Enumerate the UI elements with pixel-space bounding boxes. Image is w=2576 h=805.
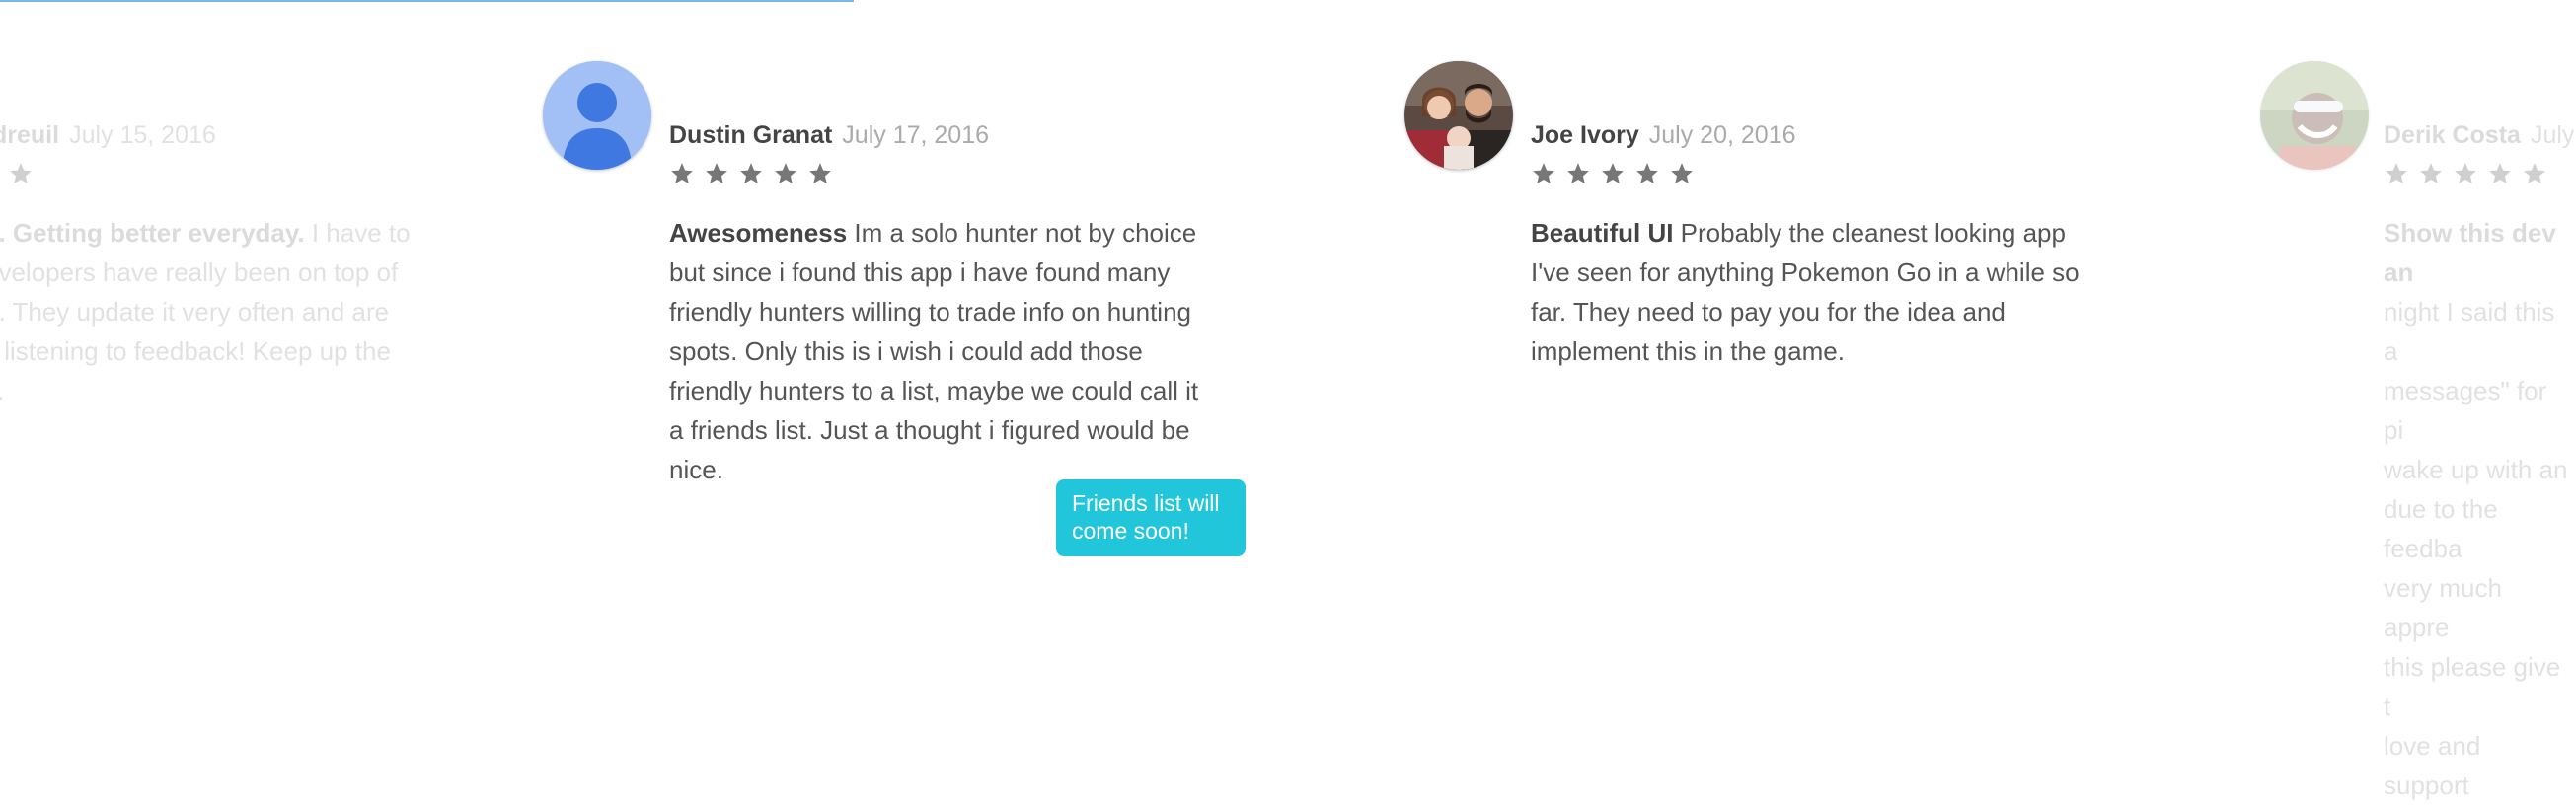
top-progress-line [0, 0, 854, 2]
star-icon [1669, 161, 1695, 186]
star-icon [807, 161, 833, 186]
review-date: July 15, 2016 [69, 121, 216, 149]
star-icon [704, 161, 729, 186]
review-date: July [2530, 121, 2575, 149]
star-rating [2384, 161, 2556, 191]
star-rating [0, 161, 42, 191]
review-headline: Awesomeness [669, 218, 848, 248]
review-text: night I said this a messages" for pi wak… [2384, 297, 2568, 800]
review-headline: Show this dev an [2384, 218, 2556, 287]
star-icon [2418, 161, 2444, 186]
avatar [543, 61, 651, 170]
review-headline: Beautiful UI [1531, 218, 1674, 248]
star-icon [2487, 161, 2513, 186]
review-body: e. Getting better everyday. I have to ev… [0, 213, 418, 410]
star-rating [1531, 161, 1704, 191]
review-body: Awesomeness Im a solo hunter not by choi… [669, 213, 1207, 489]
review-header: Joe Ivory July 20, 2016 [1531, 118, 1796, 152]
review-header: Dustin Granat July 17, 2016 [669, 118, 989, 152]
star-icon [773, 161, 798, 186]
reviewer-name: Derik Costa [2384, 121, 2521, 149]
reviewer-name: Joe Ivory [1531, 121, 1639, 149]
review-body: Beautiful UI Probably the cleanest looki… [1531, 213, 2084, 371]
user-photo-icon [1404, 61, 1513, 170]
avatar [2260, 61, 2369, 170]
review-body: Show this dev an night I said this a mes… [2384, 213, 2571, 805]
star-icon [669, 161, 695, 186]
star-icon [738, 161, 764, 186]
star-rating [669, 161, 842, 191]
star-icon [1634, 161, 1660, 186]
avatar [1404, 61, 1513, 170]
star-icon [2453, 161, 2478, 186]
review-date: July 20, 2016 [1648, 121, 1796, 149]
reviewer-name: dreuil [0, 121, 60, 149]
star-icon [1600, 161, 1626, 186]
review-text: Im a solo hunter not by choice but since… [669, 218, 1199, 484]
default-user-avatar-icon [543, 61, 651, 170]
review-header: dreuil July 15, 2016 [0, 118, 216, 152]
star-icon [8, 161, 34, 186]
star-icon [2522, 161, 2547, 186]
user-photo-icon [2260, 61, 2369, 170]
review-date: July 17, 2016 [842, 121, 990, 149]
star-icon [2384, 161, 2409, 186]
reviewer-name: Dustin Granat [669, 121, 833, 149]
star-icon [1565, 161, 1591, 186]
star-icon [1531, 161, 1556, 186]
review-headline: e. Getting better everyday. [0, 218, 305, 248]
review-header: Derik Costa July [2384, 118, 2574, 152]
developer-reply-bubble: Friends list will come soon! [1056, 479, 1246, 556]
